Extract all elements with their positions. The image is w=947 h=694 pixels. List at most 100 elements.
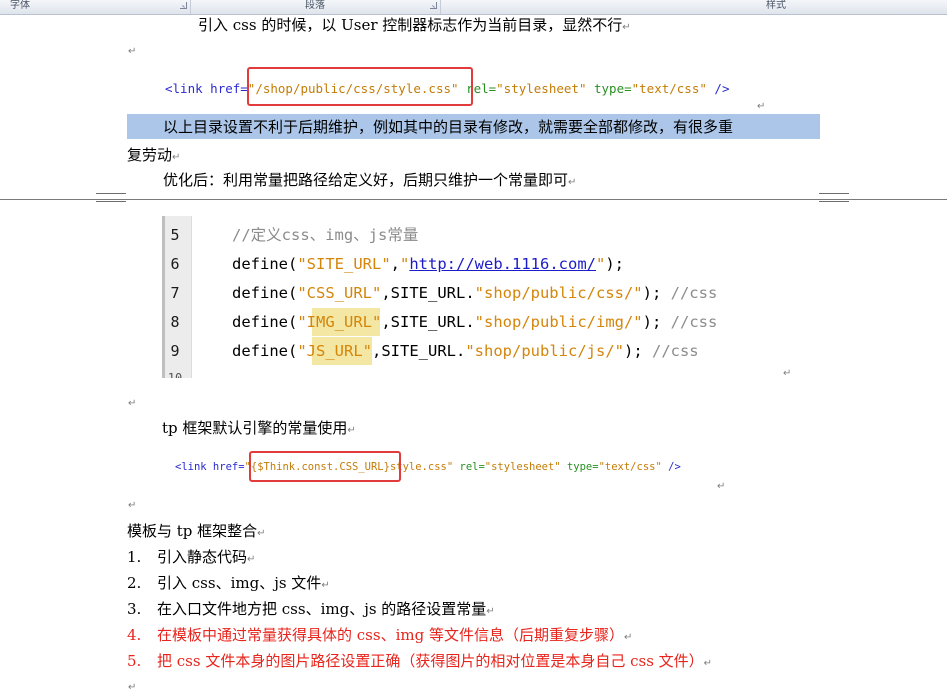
code-rel-value: "stylesheet" [484,461,561,473]
code-type-value: "text/css" [631,81,707,96]
code-comment: //定义css、img、js常量 [232,226,419,244]
paragraph-mark: ↵ [486,606,495,617]
code-quote: " [400,255,410,273]
doc-line-highlighted-cont: 复劳动↵ [127,145,180,165]
code-comment: //css [670,313,718,331]
code-string-highlighted: JS_URL [306,342,363,360]
code-fn: define( [232,284,298,302]
ribbon-group-paragraph-label: 段落 [305,0,325,11]
code-fn: define( [232,313,298,331]
code-attr-href: href= [206,461,245,473]
code-quote: " [372,313,382,331]
paragraph-dialog-launcher-icon[interactable] [430,2,437,9]
code-punct: ,SITE_URL. [372,342,466,360]
code-punct: ,SITE_URL. [381,284,475,302]
code-string: "shop/public/img/" [474,313,643,331]
code-rel-value: "stylesheet" [496,81,587,96]
code-punct: ); [623,342,652,360]
code-tag-close: /> [661,461,681,473]
doc-tp-heading-text: tp 框架默认引擎的常量使用 [162,419,348,437]
code-comment: //css [670,284,718,302]
paragraph-mark: ↵ [622,22,631,33]
list-item-red: 5. 把 css 文件本身的图片路径设置正确（获得图片的相对位置是本身自己 css… [127,651,712,671]
doc-line-highlighted[interactable]: 以上目录设置不利于后期维护，例如其中的目录有修改，就需要全部都修改，有很多重 [163,117,733,137]
code-attr-rel: rel= [453,461,485,473]
list-item-text: 把 css 文件本身的图片路径设置正确（获得图片的相对位置是本身自己 css 文… [157,652,704,670]
code-fn: define( [232,255,298,273]
doc-integration-heading: 模板与 tp 框架整合↵ [127,521,266,541]
code-tag-open: <link [165,81,203,96]
line-number: 6 [170,255,180,273]
code-quote: " [297,313,307,331]
line-number-partial: 10 [167,371,183,378]
list-item-number: 2. [127,574,142,592]
code-quote: " [595,255,606,273]
font-dialog-launcher-icon[interactable] [180,2,187,9]
list-item-number: 1. [127,548,142,566]
doc-tp-heading: tp 框架默认引擎的常量使用↵ [162,418,356,438]
code-tag-open: <link [175,461,207,473]
list-item-text: 引入静态代码 [157,548,248,566]
code-string: "SITE_URL" [297,255,391,273]
code-string: "shop/public/css/" [474,284,643,302]
ribbon-group-styles: 样式 [440,0,947,14]
code-string: "shop/public/js/" [465,342,624,360]
doc-line-highlighted-text: 以上目录设置不利于后期维护，例如其中的目录有修改，就需要全部都修改，有很多重 [163,118,734,136]
code-punct: , [390,255,400,273]
line-number: 9 [170,342,180,360]
ribbon-group-paragraph: 段落 [190,0,441,14]
code-line-7: define("CSS_URL",SITE_URL."shop/public/c… [232,283,717,303]
code-line-5: //定义css、img、js常量 [232,225,418,245]
paragraph-mark: ↵ [717,481,726,492]
list-item-number: 4. [127,626,142,644]
paragraph-mark: ↵ [321,580,330,591]
list-item: 2. 引入 css、img、js 文件↵ [127,573,330,593]
line-number: 8 [170,313,180,331]
paragraph-mark: ↵ [257,528,266,539]
doc-line-top-text: 引入 css 的时候，以 User 控制器标志作为当前目录，显然不行 [198,16,623,34]
paragraph-mark: ↵ [128,500,137,511]
paragraph-mark: ↵ [347,425,356,436]
list-item-number: 3. [127,600,142,618]
page-margin-marker-left [96,193,126,202]
paragraph-mark: ↵ [128,46,137,57]
code-line-6: define("SITE_URL","http://web.1116.com/"… [232,254,624,274]
code-attr-type: type= [560,461,599,473]
code-type-value: "text/css" [598,461,662,473]
code-line-8: define("IMG_URL",SITE_URL."shop/public/i… [232,312,717,332]
annotation-box-const [249,451,401,482]
list-item-text: 引入 css、img、js 文件 [157,574,322,592]
code-quote: " [297,342,307,360]
code-comment: //css [651,342,699,360]
paragraph-mark: ↵ [757,101,766,112]
code-punct: ); [642,284,671,302]
ribbon-group-font: 字体 [0,0,191,14]
code-attr-href: href= [202,81,248,96]
code-punct: ); [605,255,624,273]
paragraph-mark: ↵ [703,658,713,669]
page-break-line [0,199,947,200]
doc-line-optimized: 优化后：利用常量把路径给定义好，后期只维护一个常量即可↵ [163,170,576,190]
code-string-highlighted: IMG_URL [306,313,372,331]
list-item: 3. 在入口文件地方把 css、img、js 的路径设置常量↵ [127,599,495,619]
list-item-text: 在模板中通过常量获得具体的 css、img 等文件信息（后期重复步骤） [157,626,624,644]
paragraph-mark: ↵ [623,632,633,643]
code-screenshot: 5 6 7 8 9 10 //定义css、img、js常量 define("SI… [162,216,790,378]
annotation-box-href [247,67,473,106]
doc-integration-heading-text: 模板与 tp 框架整合 [127,522,258,540]
list-item: 1. 引入静态代码↵ [127,547,255,567]
code-url-link[interactable]: http://web.1116.com/ [409,255,596,273]
code-quote: " [362,342,373,360]
code-fn: define( [232,342,298,360]
doc-line-optimized-text: 优化后：利用常量把路径给定义好，后期只维护一个常量即可 [163,171,569,189]
paragraph-mark: ↵ [172,152,181,163]
list-item-red: 4. 在模板中通过常量获得具体的 css、img 等文件信息（后期重复步骤）↵ [127,625,632,645]
line-number: 5 [170,226,180,244]
code-punct: ); [642,313,671,331]
code-line-9: define("JS_URL",SITE_URL."shop/public/js… [232,341,699,361]
ribbon-group-styles-label: 样式 [766,0,786,11]
code-punct: ,SITE_URL. [381,313,475,331]
paragraph-mark: ↵ [247,554,256,565]
paragraph-mark: ↵ [128,398,137,409]
doc-line-top: 引入 css 的时候，以 User 控制器标志作为当前目录，显然不行↵ [198,15,631,35]
